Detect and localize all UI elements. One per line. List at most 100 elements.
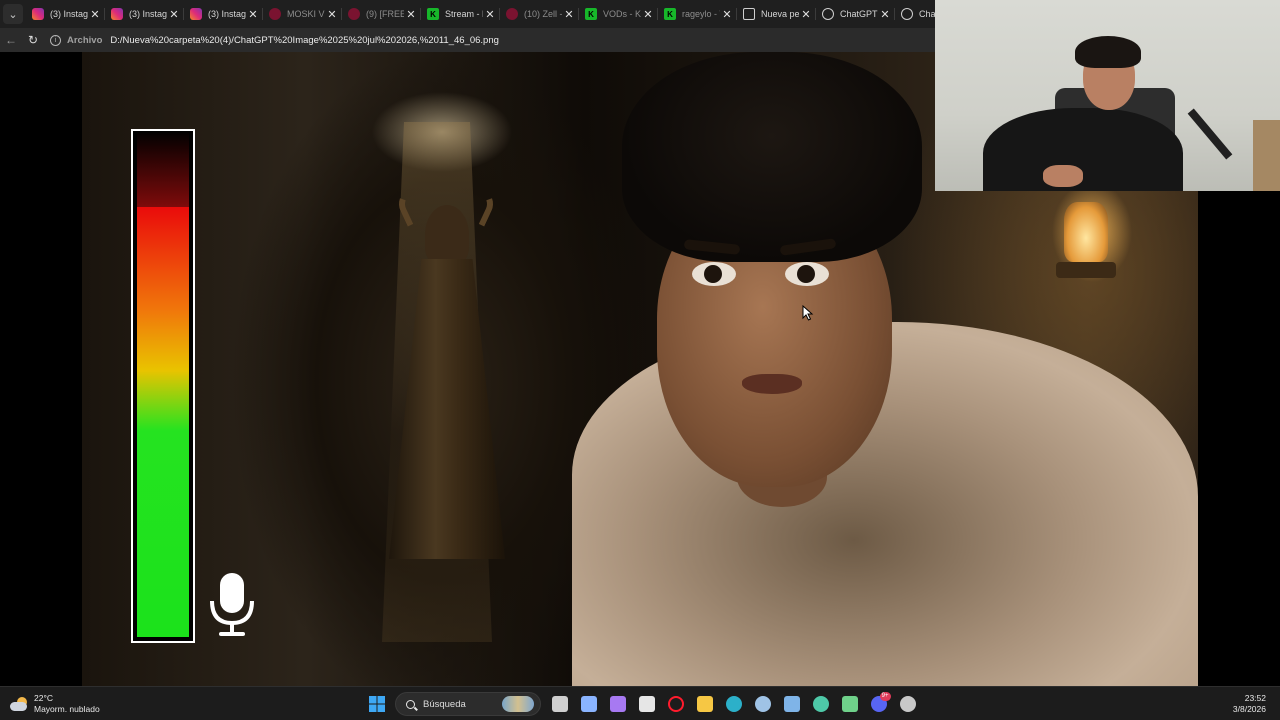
- figure-robe: [389, 259, 505, 559]
- webcam-streamer-body: [983, 108, 1183, 191]
- weather-condition: Mayorm. nublado: [34, 704, 100, 714]
- browser-tab[interactable]: (10) Zell - I✕: [500, 0, 579, 28]
- pen-app-button[interactable]: [575, 690, 603, 718]
- app-button[interactable]: [836, 690, 864, 718]
- youtube-icon: [348, 8, 360, 20]
- file-explorer-button[interactable]: [691, 690, 719, 718]
- webcam-shelf: [1253, 120, 1280, 191]
- tab-title: (3) Instagram: [129, 9, 167, 19]
- app-icon: [841, 696, 858, 712]
- close-icon[interactable]: ✕: [483, 8, 497, 21]
- arrow-left-icon: ←: [5, 33, 17, 47]
- system-clock[interactable]: 23:52 3/8/2026: [1233, 693, 1266, 715]
- browser-tab[interactable]: (3) Instagram✕: [184, 0, 263, 28]
- steam-icon: [754, 696, 771, 712]
- globe-icon: [822, 8, 834, 20]
- browser-tab[interactable]: (3) Instagram✕: [105, 0, 184, 28]
- opera-icon: [667, 696, 684, 712]
- back-button[interactable]: ←: [0, 28, 22, 52]
- microphone-icon: [210, 573, 254, 636]
- reload-icon: ↻: [27, 33, 39, 47]
- url-scheme-label: Archivo: [67, 34, 103, 46]
- photos-icon: [783, 696, 800, 712]
- store-button[interactable]: [633, 690, 661, 718]
- settings-button[interactable]: [894, 690, 922, 718]
- search-icon: [406, 699, 415, 709]
- person-mouth: [742, 374, 802, 394]
- voice-level-meter: [131, 129, 195, 643]
- new-tab-icon: [743, 8, 755, 20]
- browser-tab[interactable]: MOSKI VU✕: [263, 0, 342, 28]
- url-field[interactable]: i Archivo D:/Nueva%20carpeta%20(4)/ChatG…: [50, 31, 499, 49]
- kick-icon: K: [664, 8, 676, 20]
- close-icon[interactable]: ✕: [167, 8, 181, 21]
- person-hair: [622, 52, 922, 262]
- browser-tab[interactable]: (9) [FREE] J✕: [342, 0, 421, 28]
- start-button[interactable]: [363, 690, 391, 718]
- browser-tab[interactable]: Nueva pest✕: [737, 0, 816, 28]
- pen-app-icon: [580, 696, 597, 712]
- url-text[interactable]: D:/Nueva%20carpeta%20(4)/ChatGPT%20Image…: [110, 35, 499, 46]
- webcam-overlay: [935, 0, 1280, 191]
- lantern-base: [1056, 262, 1116, 278]
- tab-title: Stream - Ki: [445, 9, 483, 19]
- taskbar: 22°C Mayorm. nublado Búsqueda 9+ 23:52 3…: [0, 686, 1280, 720]
- copilot-button[interactable]: [604, 690, 632, 718]
- eye-right: [785, 262, 829, 286]
- tabs-list: (3) Instagram✕(3) Instagram✕(3) Instagra…: [26, 0, 974, 28]
- close-icon[interactable]: ✕: [641, 8, 655, 21]
- copilot-icon: [609, 696, 626, 712]
- youtube-icon: [269, 8, 281, 20]
- partly-cloudy-icon: [10, 697, 28, 711]
- reload-button[interactable]: ↻: [22, 28, 44, 52]
- browser-tab[interactable]: K VODs - Kic✕: [579, 0, 658, 28]
- xbox-button[interactable]: [807, 690, 835, 718]
- lantern-glass: [1064, 202, 1108, 262]
- browser-tab[interactable]: ChatGPT Im✕: [816, 0, 895, 28]
- close-icon[interactable]: ✕: [325, 8, 339, 21]
- close-icon[interactable]: ✕: [562, 8, 576, 21]
- hooded-figure: [377, 181, 517, 562]
- screen: ⌄ (3) Instagram✕(3) Instagram✕(3) Instag…: [0, 0, 1280, 720]
- opera-button[interactable]: [662, 690, 690, 718]
- tab-title: Nueva pest: [761, 9, 799, 19]
- chevron-down-icon: ⌄: [3, 4, 23, 24]
- photos-button[interactable]: [778, 690, 806, 718]
- weather-temperature: 22°C: [34, 693, 53, 703]
- close-icon[interactable]: ✕: [878, 8, 892, 21]
- clock-time: 23:52: [1244, 693, 1266, 703]
- instagram-icon: [111, 8, 123, 20]
- discord-button[interactable]: 9+: [865, 690, 893, 718]
- file-explorer-icon: [696, 696, 713, 712]
- taskbar-search[interactable]: Búsqueda: [395, 692, 541, 716]
- voice-level-glow: [137, 131, 189, 207]
- instagram-icon: [32, 8, 44, 20]
- browser-tab[interactable]: Krageylo - V✕: [658, 0, 737, 28]
- lantern: [1050, 192, 1122, 287]
- weather-widget[interactable]: 22°C Mayorm. nublado: [10, 691, 100, 717]
- steam-button[interactable]: [749, 690, 777, 718]
- webcam-mic-stand: [1187, 108, 1233, 160]
- task-view-button[interactable]: [546, 690, 574, 718]
- pinned-apps: 9+: [545, 690, 922, 718]
- close-icon[interactable]: ✕: [246, 8, 260, 21]
- store-icon: [638, 696, 655, 712]
- browser-tab[interactable]: K Stream - Ki✕: [421, 0, 500, 28]
- tab-title: VODs - Kic: [603, 9, 641, 19]
- tab-title: rageylo - V: [682, 9, 720, 19]
- close-icon[interactable]: ✕: [404, 8, 418, 21]
- close-icon[interactable]: ✕: [799, 8, 813, 21]
- close-icon[interactable]: ✕: [88, 8, 102, 21]
- webcam-streamer-hand: [1043, 165, 1083, 187]
- edge-button[interactable]: [720, 690, 748, 718]
- close-icon[interactable]: ✕: [720, 8, 734, 21]
- tab-title: (9) [FREE] J: [366, 9, 404, 19]
- browser-tab[interactable]: (3) Instagram✕: [26, 0, 105, 28]
- tab-title: MOSKI VU: [287, 9, 325, 19]
- info-icon[interactable]: i: [50, 34, 61, 46]
- mouse-cursor-icon: [802, 305, 814, 321]
- edge-icon: [725, 696, 742, 712]
- youtube-icon: [506, 8, 518, 20]
- tab-title: ChatGPT Im: [840, 9, 878, 19]
- tab-search-button[interactable]: ⌄: [0, 0, 26, 28]
